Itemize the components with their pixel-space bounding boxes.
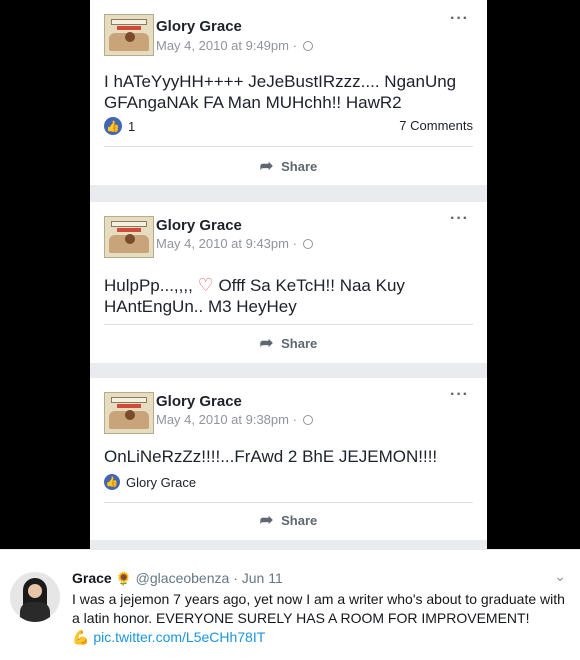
sunflower-icon: 🌻 xyxy=(115,571,132,586)
like-count[interactable]: 👍 1 xyxy=(104,117,135,135)
chevron-down-icon[interactable]: ⌄ xyxy=(554,568,566,585)
facebook-post: Glory Grace May 4, 2010 at 9:49pm · ··· … xyxy=(90,0,487,185)
more-dots-icon[interactable]: ··· xyxy=(450,10,469,28)
tweet-text: I was a jejemon 7 years ago, yet now I a… xyxy=(72,591,565,645)
post-timestamp[interactable]: May 4, 2010 at 9:49pm · xyxy=(156,38,313,53)
post-author[interactable]: Glory Grace xyxy=(156,18,242,35)
divider xyxy=(104,324,473,325)
flexed-biceps-icon: 💪 xyxy=(72,629,90,645)
heart-icon: ♡ xyxy=(197,275,214,295)
facebook-post: Glory Grace May 4, 2010 at 9:43pm · ··· … xyxy=(90,202,487,363)
post-text: OnLiNeRzZz!!!!...FrAwd 2 BhE JEJEMON!!!! xyxy=(104,447,438,466)
divider xyxy=(104,146,473,147)
avatar[interactable] xyxy=(10,572,60,622)
globe-icon xyxy=(302,41,313,51)
tweet-media-link[interactable]: pic.twitter.com/L5eCHh78IT xyxy=(93,629,265,645)
post-text: HulpPp...,,,, ♡ Offf Sa KeTcH!! Naa Kuy … xyxy=(104,275,405,316)
more-dots-icon[interactable]: ··· xyxy=(450,210,469,228)
profile-thumbnail[interactable] xyxy=(104,14,154,56)
globe-icon xyxy=(302,415,313,425)
post-timestamp[interactable]: May 4, 2010 at 9:38pm · xyxy=(156,412,313,427)
globe-icon xyxy=(302,239,313,249)
post-author[interactable]: Glory Grace xyxy=(156,217,242,234)
facebook-feed: Glory Grace May 4, 2010 at 9:49pm · ··· … xyxy=(90,0,487,549)
profile-thumbnail[interactable] xyxy=(104,392,154,434)
facebook-post: Glory Grace May 4, 2010 at 9:38pm · ··· … xyxy=(90,378,487,540)
profile-thumbnail[interactable] xyxy=(104,216,154,258)
share-button[interactable]: ➦ Share xyxy=(90,156,487,176)
like-thumb-icon: 👍 xyxy=(104,117,122,135)
post-timestamp[interactable]: May 4, 2010 at 9:43pm · xyxy=(156,236,313,251)
like-thumb-icon: 👍 xyxy=(104,474,120,490)
tweet-handle[interactable]: @glaceobenza xyxy=(136,570,230,586)
share-button[interactable]: ➦ Share xyxy=(90,333,487,353)
share-arrow-icon: ➦ xyxy=(259,158,274,175)
share-arrow-icon: ➦ xyxy=(259,335,274,352)
tweet-date[interactable]: · Jun 11 xyxy=(233,570,283,586)
like-count[interactable]: 👍 Glory Grace xyxy=(104,474,196,490)
tweet: Grace 🌻 @glaceobenza · Jun 11 ⌄ I was a … xyxy=(0,549,580,660)
more-dots-icon[interactable]: ··· xyxy=(450,386,469,404)
post-author[interactable]: Glory Grace xyxy=(156,393,242,410)
share-arrow-icon: ➦ xyxy=(259,512,274,529)
share-button[interactable]: ➦ Share xyxy=(90,510,487,530)
embedded-screenshot: Glory Grace May 4, 2010 at 9:49pm · ··· … xyxy=(0,0,580,549)
comment-count[interactable]: 7 Comments xyxy=(399,118,473,133)
post-text: I hATeYyyHH++++ JeJeBustIRzzz.... NganUn… xyxy=(104,72,457,112)
divider xyxy=(104,502,473,503)
tweet-header: Grace 🌻 @glaceobenza · Jun 11 xyxy=(72,570,283,587)
tweet-author-name[interactable]: Grace xyxy=(72,570,112,586)
